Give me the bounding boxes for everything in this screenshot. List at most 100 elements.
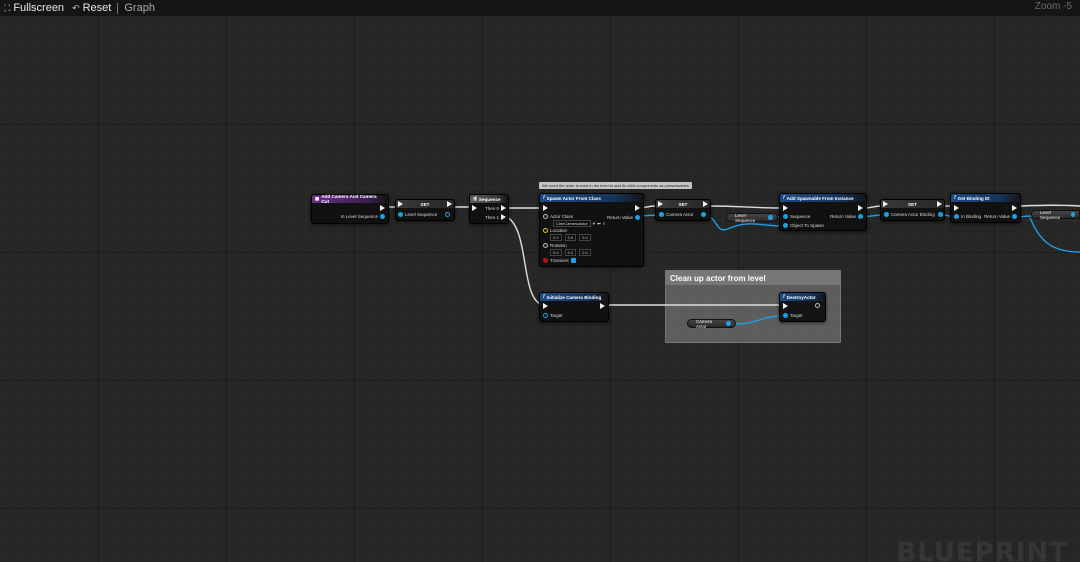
node-add-spawnable-from-instance[interactable]: f Add Spawnable From Instance Sequence R… [779,193,867,231]
event-icon: ▦ [315,196,320,201]
reset-icon: ↶ [72,2,80,13]
rotation-x[interactable]: 0.0 [550,249,562,256]
node-initialize-camera-binding[interactable]: f Initialize Camera Binding Target [539,292,609,322]
chevron-down-icon: ▾ [592,220,596,226]
rotation-z[interactable]: 0.0 [579,249,591,256]
pin-label: Object To Spawn [790,223,824,228]
toolbar-divider [117,2,119,14]
exec-in-pin[interactable] [883,201,888,207]
node-sequence[interactable]: ⇶ Sequence Then 0 Then 1 [469,194,509,224]
pin-label: Actor Class [550,214,574,219]
node-destroy-actor[interactable]: f DestroyActor Target [779,292,826,322]
pin-label: Camera Actor [666,212,694,217]
pin-out[interactable] [938,212,943,217]
exec-out-pin[interactable] [937,201,942,207]
node-title: Add Spawnable From Instance [786,195,854,201]
exec-in-pin[interactable] [543,205,548,211]
rotation-y[interactable]: 0.0 [564,249,577,256]
pin-camera-actor-binding[interactable]: Camera Actor Binding [884,212,935,217]
pin-return-value[interactable]: Return Value [830,214,863,219]
node-get-binding-id[interactable]: f Get Binding ID In Binding Return Value [950,193,1021,223]
exec-out-pin[interactable] [447,201,452,207]
exec-out-pin[interactable] [703,201,708,207]
pin-out[interactable] [701,212,706,217]
exec-out-pin[interactable] [600,303,605,309]
exec-in-pin[interactable] [783,303,788,309]
graph-canvas[interactable] [0,16,1080,562]
exec-out-pin[interactable] [1012,205,1017,211]
variable-label: Level Sequence [1040,209,1061,220]
pin-object-to-spawn[interactable]: Object To Spawn [783,223,824,228]
node-title: DestroyActor [786,294,816,300]
fullscreen-button[interactable]: ⛶ Fullscreen [0,2,68,14]
pin-label: Target [790,313,803,318]
fullscreen-label: Fullscreen [13,2,65,14]
node-add-camera-and-camera-cut[interactable]: ▦ Add Camera And Camera Cut In Level Seq… [311,194,389,224]
pin-camera-actor[interactable]: Camera Actor [659,212,694,217]
pin-in-level-sequence[interactable]: In Level Sequence [341,214,385,219]
pin-then-0[interactable]: Then 0 [485,205,506,211]
exec-in-pin[interactable] [472,205,477,211]
exec-in-pin[interactable] [543,303,548,309]
node-title: SET [678,201,688,207]
rotation-values[interactable]: 0.0 0.0 0.0 [549,249,591,256]
node-tooltip: We need the actor to exist in the level … [539,182,692,189]
location-y[interactable]: 0.0 [564,234,577,241]
actor-class-dropdown[interactable]: CineCameraActor ▾ ⬅ ⌕ [553,220,605,227]
pin-level-sequence[interactable]: Level Sequence [398,212,437,217]
location-z[interactable]: 0.0 [579,234,591,241]
pin-actor-class[interactable]: Actor Class [543,214,573,219]
pin-label: Level Sequence [405,212,438,217]
toolbar: ⛶ Fullscreen ↶ Reset Graph Zoom -5 [0,0,1080,16]
pin-return-value[interactable]: Return Value [984,214,1017,219]
browse-icon[interactable]: ⬅ [597,221,601,227]
node-title: Get Binding ID [957,195,990,201]
pin-label: Return Value [607,215,633,220]
exec-out-pin[interactable] [815,303,820,308]
node-header: f Spawn Actor From Class [540,194,643,202]
pin-label: Sequence [790,214,811,219]
node-set-camera-actor[interactable]: SET Camera Actor [655,199,711,221]
node-spawn-actor-from-class[interactable]: f Spawn Actor From Class Actor Class Cin… [539,193,644,267]
location-values[interactable]: 0.0 0.0 0.0 [549,234,591,241]
search-icon[interactable]: ⌕ [603,221,606,226]
blueprint-watermark: BLUEPRINT [896,538,1068,562]
pin-then-1[interactable]: Then 1 [485,214,506,220]
exec-out-pin[interactable] [380,205,385,211]
node-set-camera-actor-binding[interactable]: SET Camera Actor Binding [880,199,945,221]
pin-label: In Level Sequence [340,214,378,219]
level-sequence-variable[interactable]: Level Sequence [726,212,778,223]
exec-in-pin[interactable] [398,201,403,207]
exec-in-pin[interactable] [783,205,788,211]
exec-in-pin[interactable] [954,205,959,211]
pin-label: Location [550,228,568,233]
reset-button[interactable]: ↶ Reset [68,2,115,14]
node-set-level-sequence[interactable]: SET Level Sequence [395,199,455,221]
pin-target[interactable]: Target [543,313,563,318]
pin-location[interactable]: Location [543,228,567,233]
pin-transient[interactable]: Transient [543,258,576,263]
pin-target[interactable]: Target [783,313,803,318]
sequence-icon: ⇶ [473,196,477,201]
location-x[interactable]: 0.0 [550,234,562,241]
pin-sequence[interactable]: Sequence [783,214,810,219]
node-header: f Initialize Camera Binding [540,293,608,301]
pin-out[interactable] [445,212,450,217]
function-icon: f [954,195,956,201]
variable-label: Camera Actor [696,318,713,329]
node-title: Spawn Actor From Class [546,195,601,201]
pin-in-binding[interactable]: In Binding [954,214,981,219]
function-icon: f [783,195,785,201]
variable-label: Level Sequence [735,212,756,223]
exec-out-pin[interactable] [635,205,640,211]
camera-actor-variable[interactable]: Camera Actor [687,318,736,329]
exec-out-pin[interactable] [858,205,863,211]
function-icon: f [783,294,785,300]
level-sequence-variable[interactable]: Level Sequence [1031,209,1080,220]
node-header: SET [656,200,710,208]
exec-in-pin[interactable] [658,201,663,207]
pin-return-value[interactable]: Return Value [607,215,640,220]
pin-rotation[interactable]: Rotation [543,243,567,248]
transient-checkbox[interactable] [570,258,576,263]
zoom-level: Zoom -5 [1034,1,1072,12]
